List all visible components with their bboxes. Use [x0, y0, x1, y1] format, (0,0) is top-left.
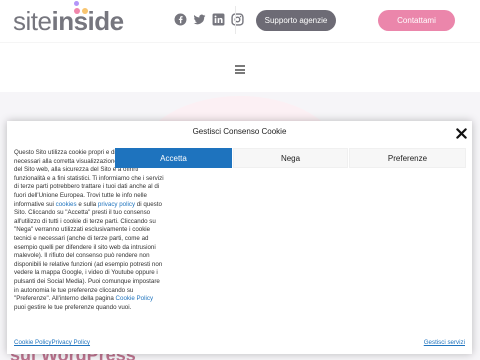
close-icon[interactable] — [456, 126, 467, 139]
consent-message: Questo Sito utilizza cookie propri e di … — [14, 149, 164, 312]
preferences-button[interactable]: Preferenze — [349, 148, 466, 168]
cookie-consent-dialog: Gestisci Consenso Cookie Questo Sito uti… — [7, 121, 472, 354]
consent-title: Gestisci Consenso Cookie — [192, 127, 287, 136]
consent-text: e sulla — [76, 200, 98, 208]
privacy-policy-link[interactable]: privacy policy — [98, 201, 135, 208]
accept-button[interactable]: Accetta — [115, 148, 232, 168]
deny-button[interactable]: Nega — [233, 148, 348, 168]
consent-text: di questo Sito. Cliccando su "Accetta" p… — [14, 200, 163, 303]
consent-text: puoi gestire le tue preferenze quando vu… — [14, 303, 132, 311]
footer-cookie-policy-link[interactable]: Cookie Policy — [14, 339, 52, 346]
cookies-link[interactable]: cookies — [56, 201, 77, 208]
consent-footer-links: Cookie PolicyPrivacy Policy — [14, 339, 90, 346]
cookie-policy-inline-link[interactable]: Cookie Policy — [116, 295, 154, 302]
manage-services-link[interactable]: Gestisci servizi — [424, 339, 465, 346]
footer-privacy-policy-link[interactable]: Privacy Policy — [52, 339, 91, 346]
